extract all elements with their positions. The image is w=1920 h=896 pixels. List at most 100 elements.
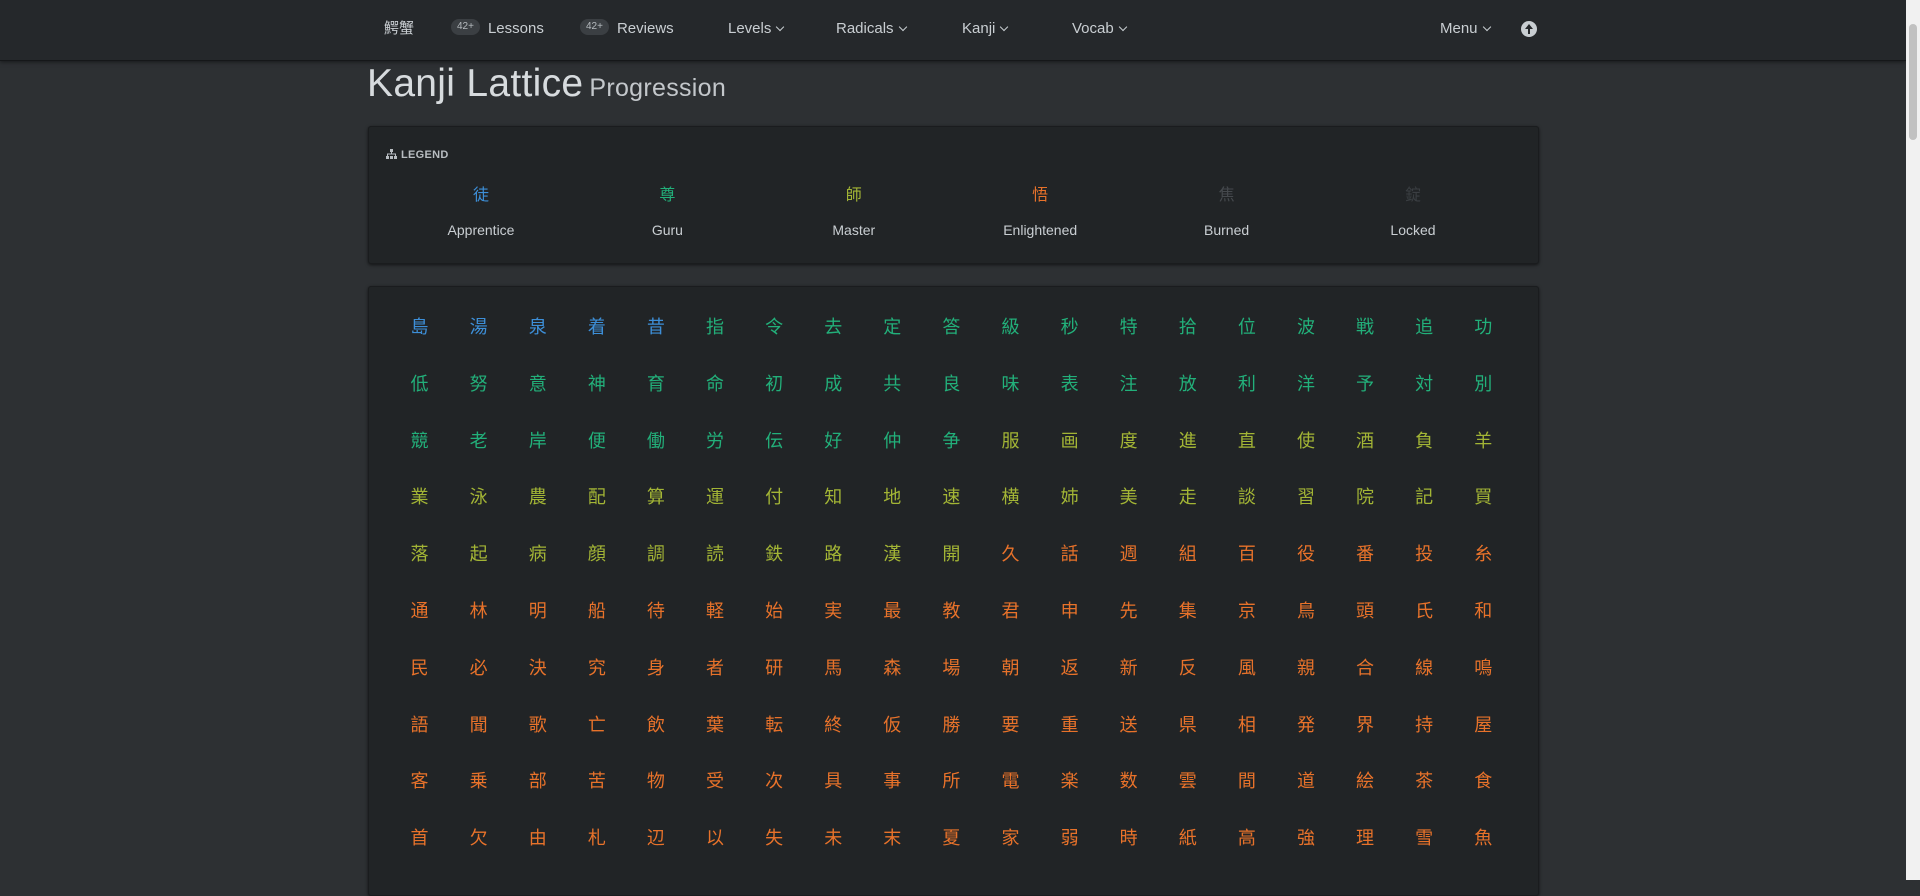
kanji-cell[interactable]: 聞 bbox=[449, 698, 508, 755]
kanji-cell[interactable]: 争 bbox=[922, 414, 981, 471]
kanji-cell[interactable]: 便 bbox=[567, 414, 626, 471]
kanji-cell[interactable]: 共 bbox=[863, 357, 922, 414]
kanji-cell[interactable]: 道 bbox=[1276, 754, 1335, 811]
kanji-cell[interactable]: 放 bbox=[1158, 357, 1217, 414]
kanji-cell[interactable]: 集 bbox=[1158, 584, 1217, 641]
kanji-cell[interactable]: 相 bbox=[1217, 698, 1276, 755]
kanji-cell[interactable]: 使 bbox=[1276, 414, 1335, 471]
kanji-cell[interactable]: 起 bbox=[449, 527, 508, 584]
kanji-cell[interactable]: 馬 bbox=[804, 641, 863, 698]
kanji-cell[interactable]: 級 bbox=[981, 300, 1040, 357]
kanji-cell[interactable]: 調 bbox=[626, 527, 685, 584]
kanji-cell[interactable]: 県 bbox=[1158, 698, 1217, 755]
kanji-cell[interactable]: 番 bbox=[1336, 527, 1395, 584]
kanji-cell[interactable]: 農 bbox=[508, 470, 567, 527]
kanji-cell[interactable]: 画 bbox=[1040, 414, 1099, 471]
kanji-cell[interactable]: 鳴 bbox=[1454, 641, 1513, 698]
kanji-cell[interactable]: 島 bbox=[390, 300, 449, 357]
kanji-cell[interactable]: 屋 bbox=[1454, 698, 1513, 755]
kanji-cell[interactable]: 部 bbox=[508, 754, 567, 811]
kanji-cell[interactable]: 最 bbox=[863, 584, 922, 641]
kanji-cell[interactable]: 談 bbox=[1217, 470, 1276, 527]
kanji-cell[interactable]: 走 bbox=[1158, 470, 1217, 527]
kanji-cell[interactable]: 以 bbox=[685, 811, 744, 868]
kanji-cell[interactable]: 転 bbox=[745, 698, 804, 755]
kanji-cell[interactable]: 未 bbox=[804, 811, 863, 868]
kanji-cell[interactable]: 買 bbox=[1454, 470, 1513, 527]
kanji-cell[interactable]: 働 bbox=[626, 414, 685, 471]
kanji-cell[interactable]: 新 bbox=[1099, 641, 1158, 698]
kanji-cell[interactable]: 待 bbox=[626, 584, 685, 641]
kanji-cell[interactable]: 反 bbox=[1158, 641, 1217, 698]
kanji-cell[interactable]: 配 bbox=[567, 470, 626, 527]
kanji-cell[interactable]: 拾 bbox=[1158, 300, 1217, 357]
kanji-cell[interactable]: 軽 bbox=[685, 584, 744, 641]
kanji-cell[interactable]: 対 bbox=[1395, 357, 1454, 414]
kanji-cell[interactable]: 秒 bbox=[1040, 300, 1099, 357]
kanji-cell[interactable]: 船 bbox=[567, 584, 626, 641]
kanji-cell[interactable]: 辺 bbox=[626, 811, 685, 868]
kanji-cell[interactable]: 所 bbox=[922, 754, 981, 811]
kanji-cell[interactable]: 送 bbox=[1099, 698, 1158, 755]
kanji-cell[interactable]: 好 bbox=[804, 414, 863, 471]
kanji-cell[interactable]: 路 bbox=[804, 527, 863, 584]
kanji-cell[interactable]: 明 bbox=[508, 584, 567, 641]
kanji-cell[interactable]: 究 bbox=[567, 641, 626, 698]
kanji-cell[interactable]: 研 bbox=[745, 641, 804, 698]
kanji-cell[interactable]: 読 bbox=[685, 527, 744, 584]
kanji-cell[interactable]: 初 bbox=[745, 357, 804, 414]
nav-menu-dropdown[interactable]: Menu bbox=[1440, 0, 1491, 58]
kanji-cell[interactable]: 和 bbox=[1454, 584, 1513, 641]
kanji-cell[interactable]: 通 bbox=[390, 584, 449, 641]
kanji-cell[interactable]: 着 bbox=[567, 300, 626, 357]
kanji-cell[interactable]: 労 bbox=[685, 414, 744, 471]
kanji-cell[interactable]: 雪 bbox=[1395, 811, 1454, 868]
kanji-cell[interactable]: 風 bbox=[1217, 641, 1276, 698]
kanji-cell[interactable]: 鉄 bbox=[745, 527, 804, 584]
arrow-up-circle-icon[interactable] bbox=[1521, 21, 1537, 37]
kanji-cell[interactable]: 良 bbox=[922, 357, 981, 414]
kanji-cell[interactable]: 業 bbox=[390, 470, 449, 527]
kanji-cell[interactable]: 持 bbox=[1395, 698, 1454, 755]
kanji-cell[interactable]: 低 bbox=[390, 357, 449, 414]
kanji-cell[interactable]: 返 bbox=[1040, 641, 1099, 698]
kanji-cell[interactable]: 伝 bbox=[745, 414, 804, 471]
kanji-cell[interactable]: 功 bbox=[1454, 300, 1513, 357]
kanji-cell[interactable]: 家 bbox=[981, 811, 1040, 868]
kanji-cell[interactable]: 乗 bbox=[449, 754, 508, 811]
kanji-cell[interactable]: 週 bbox=[1099, 527, 1158, 584]
kanji-cell[interactable]: 電 bbox=[981, 754, 1040, 811]
kanji-cell[interactable]: 院 bbox=[1336, 470, 1395, 527]
nav-lessons[interactable]: 42+ Lessons bbox=[451, 0, 544, 58]
kanji-cell[interactable]: 泳 bbox=[449, 470, 508, 527]
kanji-cell[interactable]: 苦 bbox=[567, 754, 626, 811]
kanji-cell[interactable]: 申 bbox=[1040, 584, 1099, 641]
kanji-cell[interactable]: 歌 bbox=[508, 698, 567, 755]
kanji-cell[interactable]: 必 bbox=[449, 641, 508, 698]
kanji-cell[interactable]: 漢 bbox=[863, 527, 922, 584]
kanji-cell[interactable]: 終 bbox=[804, 698, 863, 755]
kanji-cell[interactable]: 飲 bbox=[626, 698, 685, 755]
scrollbar-thumb[interactable] bbox=[1909, 24, 1917, 140]
kanji-cell[interactable]: 令 bbox=[745, 300, 804, 357]
kanji-cell[interactable]: 久 bbox=[981, 527, 1040, 584]
kanji-cell[interactable]: 開 bbox=[922, 527, 981, 584]
kanji-cell[interactable]: 具 bbox=[804, 754, 863, 811]
kanji-cell[interactable]: 教 bbox=[922, 584, 981, 641]
kanji-cell[interactable]: 横 bbox=[981, 470, 1040, 527]
kanji-cell[interactable]: 場 bbox=[922, 641, 981, 698]
kanji-cell[interactable]: 夏 bbox=[922, 811, 981, 868]
kanji-cell[interactable]: 付 bbox=[745, 470, 804, 527]
kanji-cell[interactable]: 仲 bbox=[863, 414, 922, 471]
kanji-cell[interactable]: 決 bbox=[508, 641, 567, 698]
kanji-cell[interactable]: 泉 bbox=[508, 300, 567, 357]
kanji-cell[interactable]: 者 bbox=[685, 641, 744, 698]
kanji-cell[interactable]: 役 bbox=[1276, 527, 1335, 584]
kanji-cell[interactable]: 記 bbox=[1395, 470, 1454, 527]
kanji-cell[interactable]: 洋 bbox=[1276, 357, 1335, 414]
kanji-cell[interactable]: 成 bbox=[804, 357, 863, 414]
kanji-cell[interactable]: 茶 bbox=[1395, 754, 1454, 811]
kanji-cell[interactable]: 君 bbox=[981, 584, 1040, 641]
kanji-cell[interactable]: 楽 bbox=[1040, 754, 1099, 811]
kanji-cell[interactable]: 算 bbox=[626, 470, 685, 527]
